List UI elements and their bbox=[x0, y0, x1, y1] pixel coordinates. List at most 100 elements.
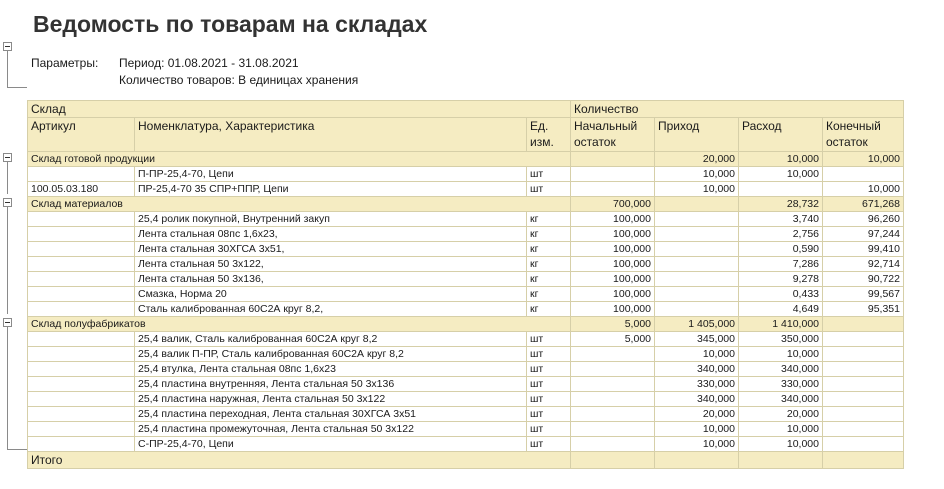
group-name: Склад полуфабрикатов bbox=[27, 316, 571, 332]
header-warehouse: Склад bbox=[27, 100, 571, 118]
end-balance-cell bbox=[822, 436, 904, 452]
end-balance-cell bbox=[822, 166, 904, 182]
unit-cell: шт bbox=[526, 421, 571, 437]
article-cell: 100.05.03.180 bbox=[27, 181, 135, 197]
income-cell: 340,000 bbox=[654, 361, 739, 377]
params-collapse-icon[interactable] bbox=[3, 42, 12, 51]
table-row[interactable]: 25,4 втулка, Лента стальная 08пс 1,6х23 ш… bbox=[27, 361, 904, 377]
start-balance-cell: 100,000 bbox=[570, 226, 655, 242]
group-start-balance: 700,000 bbox=[570, 196, 655, 212]
nomenclature-cell: 25,4 валик П-ПР, Сталь калиброванная 60С… bbox=[134, 346, 527, 362]
table-row[interactable]: С-ПР-25,4-70, Цепи шт 10,000 10,000 bbox=[27, 436, 904, 452]
expense-cell: 20,000 bbox=[738, 406, 823, 422]
income-cell bbox=[654, 226, 739, 242]
table-row[interactable]: Смазка, Норма 20 кг 100,000 0,433 99,567 bbox=[27, 286, 904, 302]
unit-cell: шт bbox=[526, 376, 571, 392]
header-start-balance: Начальный остаток bbox=[570, 117, 655, 152]
article-cell bbox=[27, 331, 135, 347]
unit-cell: кг bbox=[526, 211, 571, 227]
group-expense: 1 410,000 bbox=[738, 316, 823, 332]
params-tree-line bbox=[7, 51, 8, 88]
expense-cell: 340,000 bbox=[738, 361, 823, 377]
table-row[interactable]: Лента стальная 30ХГСА 3х51, кг 100,000 0,59… bbox=[27, 241, 904, 257]
end-balance-cell bbox=[822, 346, 904, 362]
group-tree-line bbox=[7, 162, 8, 194]
nomenclature-cell: 25,4 валик, Сталь калиброванная 60С2А кр… bbox=[134, 331, 527, 347]
group-name: Склад материалов bbox=[27, 196, 571, 212]
table-row[interactable]: 25,4 пластина внутренняя, Лента стальная… bbox=[27, 376, 904, 392]
unit-cell: шт bbox=[526, 391, 571, 407]
unit-cell: кг bbox=[526, 256, 571, 272]
expense-cell bbox=[738, 181, 823, 197]
end-balance-cell: 10,000 bbox=[822, 181, 904, 197]
article-cell bbox=[27, 241, 135, 257]
nomenclature-cell: П-ПР-25,4-70, Цепи bbox=[134, 166, 527, 182]
income-cell bbox=[654, 271, 739, 287]
expense-cell: 330,000 bbox=[738, 376, 823, 392]
start-balance-cell bbox=[570, 421, 655, 437]
table-row[interactable]: П-ПР-25,4-70, Цепи шт 10,000 10,000 bbox=[27, 166, 904, 182]
income-cell: 10,000 bbox=[654, 346, 739, 362]
header-nomenclature: Номенклатура, Характеристика bbox=[134, 117, 527, 152]
income-cell: 340,000 bbox=[654, 391, 739, 407]
quantity-mode-value: Количество товаров: В единицах хранения bbox=[119, 73, 359, 87]
group-row[interactable]: Склад готовой продукции 20,000 10,000 10,00… bbox=[27, 151, 904, 167]
header-row-warehouse: Склад Количество bbox=[27, 100, 904, 118]
header-article: Артикул bbox=[27, 117, 135, 152]
group-collapse-icon[interactable] bbox=[3, 318, 12, 327]
group-row[interactable]: Склад материалов 700,000 28,732 671,268 bbox=[27, 196, 904, 212]
start-balance-cell bbox=[570, 166, 655, 182]
income-cell: 10,000 bbox=[654, 181, 739, 197]
income-cell: 330,000 bbox=[654, 376, 739, 392]
expense-cell: 3,740 bbox=[738, 211, 823, 227]
table-row[interactable]: 25,4 пластина наружная, Лента стальная 5… bbox=[27, 391, 904, 407]
table-row[interactable]: Лента стальная 50 3х122, кг 100,000 7,286 92… bbox=[27, 256, 904, 272]
income-cell bbox=[654, 286, 739, 302]
table-row[interactable]: Лента стальная 08пс 1,6х23, кг 100,000 2,75… bbox=[27, 226, 904, 242]
table-row[interactable]: 25,4 пластина промежуточная, Лента сталь… bbox=[27, 421, 904, 437]
nomenclature-cell: 25,4 втулка, Лента стальная 08пс 1,6х23 bbox=[134, 361, 527, 377]
nomenclature-cell: Сталь калиброванная 60С2А круг 8,2, bbox=[134, 301, 527, 317]
table-row[interactable]: 25,4 валик, Сталь калиброванная 60С2А кр… bbox=[27, 331, 904, 347]
group-collapse-icon[interactable] bbox=[3, 198, 12, 207]
start-balance-cell: 5,000 bbox=[570, 331, 655, 347]
start-balance-cell bbox=[570, 376, 655, 392]
end-balance-cell: 99,410 bbox=[822, 241, 904, 257]
unit-cell: шт bbox=[526, 406, 571, 422]
table-row[interactable]: 25,4 валик П-ПР, Сталь калиброванная 60С… bbox=[27, 346, 904, 362]
group-start-balance bbox=[570, 151, 655, 167]
expense-cell: 2,756 bbox=[738, 226, 823, 242]
article-cell bbox=[27, 391, 135, 407]
nomenclature-cell: Смазка, Норма 20 bbox=[134, 286, 527, 302]
group-row[interactable]: Склад полуфабрикатов 5,000 1 405,000 1 410,… bbox=[27, 316, 904, 332]
nomenclature-cell: Лента стальная 30ХГСА 3х51, bbox=[134, 241, 527, 257]
nomenclature-cell: ПР-25,4-70 35 СПР+ППР, Цепи bbox=[134, 181, 527, 197]
start-balance-cell bbox=[570, 391, 655, 407]
group-end-balance: 671,268 bbox=[822, 196, 904, 212]
period-value: Период: 01.08.2021 - 31.08.2021 bbox=[119, 56, 299, 70]
header-income: Приход bbox=[654, 117, 739, 152]
table-row[interactable]: Сталь калиброванная 60С2А круг 8,2, кг 100… bbox=[27, 301, 904, 317]
table-row[interactable]: Лента стальная 50 3х136, кг 100,000 9,278 90… bbox=[27, 271, 904, 287]
group-collapse-icon[interactable] bbox=[3, 153, 12, 162]
group-income bbox=[654, 196, 739, 212]
table-row[interactable]: 25,4 пластина переходная, Лента стальная… bbox=[27, 406, 904, 422]
end-balance-cell bbox=[822, 391, 904, 407]
income-cell: 10,000 bbox=[654, 436, 739, 452]
expense-cell: 10,000 bbox=[738, 421, 823, 437]
end-balance-cell bbox=[822, 361, 904, 377]
unit-cell: кг bbox=[526, 286, 571, 302]
end-balance-cell: 97,244 bbox=[822, 226, 904, 242]
table-row[interactable]: 100.05.03.180 ПР-25,4-70 35 СПР+ППР, Цепи… bbox=[27, 181, 904, 197]
nomenclature-cell: Лента стальная 08пс 1,6х23, bbox=[134, 226, 527, 242]
expense-cell: 350,000 bbox=[738, 331, 823, 347]
end-balance-cell: 90,722 bbox=[822, 271, 904, 287]
group-name: Склад готовой продукции bbox=[27, 151, 571, 167]
total-end-balance bbox=[822, 451, 904, 469]
nomenclature-cell: 25,4 пластина наружная, Лента стальная 5… bbox=[134, 391, 527, 407]
table-row[interactable]: 25,4 ролик покупной, Внутренний закуп кг 1… bbox=[27, 211, 904, 227]
unit-cell: шт bbox=[526, 331, 571, 347]
unit-cell: кг bbox=[526, 226, 571, 242]
unit-cell: шт bbox=[526, 181, 571, 197]
end-balance-cell: 92,714 bbox=[822, 256, 904, 272]
